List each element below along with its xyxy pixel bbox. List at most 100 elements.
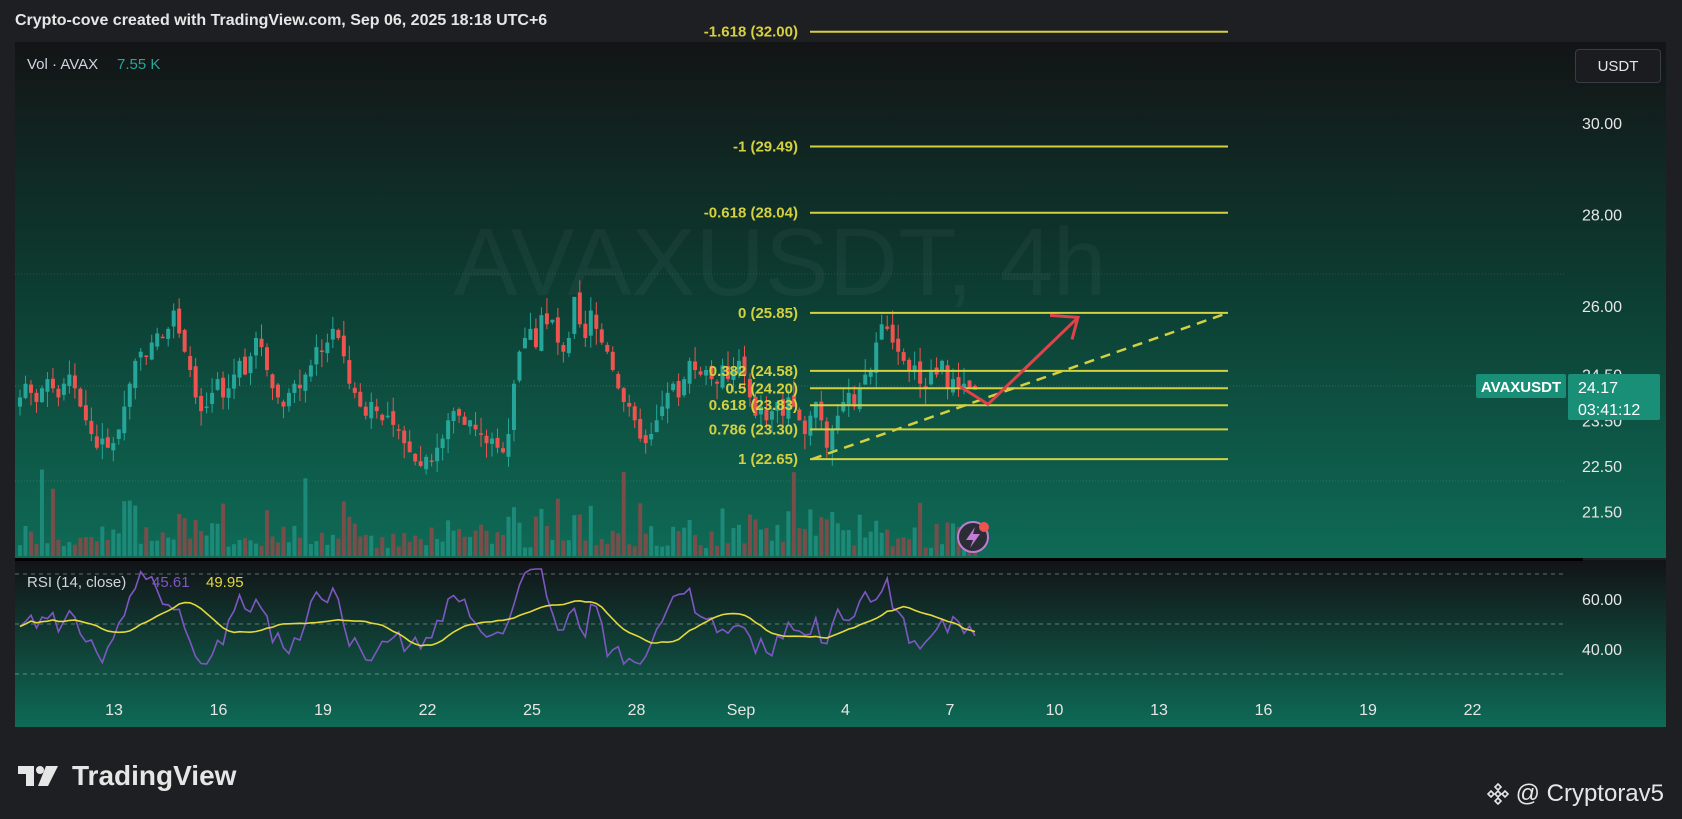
volume-bar — [407, 541, 412, 556]
volume-bar — [133, 505, 138, 556]
volume-bar — [418, 539, 423, 556]
candle-body — [808, 415, 813, 436]
candle-body — [155, 333, 160, 347]
lightning-alert-icon[interactable] — [957, 521, 989, 553]
volume-bar — [621, 471, 626, 556]
volume-bar — [550, 539, 555, 556]
volume-bar — [753, 519, 758, 556]
volume-bar — [846, 529, 851, 556]
candle-body — [330, 328, 335, 340]
volume-bar — [709, 531, 714, 556]
candle-body — [517, 351, 522, 381]
candle-body — [177, 308, 182, 334]
time-tick: 22 — [419, 702, 437, 719]
time-tick: 4 — [841, 702, 850, 719]
candle-body — [627, 402, 632, 407]
pane-divider — [15, 558, 1583, 561]
candle-body — [264, 347, 269, 370]
tradingview-logo-icon — [18, 766, 58, 786]
volume-bar — [89, 537, 94, 556]
volume-bar — [226, 546, 231, 556]
volume-bar — [758, 529, 763, 556]
candle-body — [18, 397, 22, 407]
candle-body — [693, 361, 698, 370]
volume-bar — [100, 526, 105, 556]
volume-bar — [182, 518, 187, 556]
tradingview-logo[interactable]: TradingView — [18, 760, 236, 792]
candle-body — [588, 310, 593, 336]
time-tick: Sep — [727, 702, 756, 719]
volume-bar — [868, 531, 873, 556]
candle-body — [171, 310, 176, 327]
fib-level-label: 1 (22.65) — [738, 451, 798, 468]
candle-body — [945, 365, 950, 389]
volume-bar — [764, 528, 769, 556]
volume-bar — [572, 515, 577, 556]
candle-body — [369, 402, 374, 419]
candle-body — [319, 350, 324, 353]
candle-body — [413, 453, 418, 462]
candle-body — [275, 384, 280, 398]
volume-bar — [742, 543, 747, 556]
volume-bar — [127, 500, 132, 556]
price-tick: 30.00 — [1582, 116, 1622, 133]
candle-body — [204, 406, 209, 409]
volume-bar — [907, 539, 912, 556]
candle-body — [418, 461, 423, 466]
candle-body — [138, 351, 143, 358]
candle-body — [407, 441, 412, 453]
volume-bar — [144, 527, 149, 556]
volume-bar — [934, 523, 939, 556]
volume-bar — [56, 539, 61, 556]
volume-bar — [50, 488, 55, 556]
candle-body — [929, 370, 934, 385]
time-tick: 13 — [1150, 702, 1168, 719]
volume-bar — [391, 533, 396, 556]
candle-body — [341, 335, 346, 357]
volume-bar — [254, 543, 259, 556]
volume-bar — [660, 546, 665, 556]
volume-bar — [731, 528, 736, 556]
candle-body — [221, 377, 226, 398]
candle-body — [83, 405, 88, 421]
volume-bar — [671, 526, 676, 556]
candle-body — [34, 392, 39, 402]
candle-body — [424, 456, 429, 470]
volume-bar — [874, 520, 879, 556]
volume-bar — [243, 538, 248, 556]
candle-body — [259, 338, 264, 348]
candle-body — [561, 345, 566, 352]
brand-name: TradingView — [72, 760, 237, 791]
time-tick: 22 — [1464, 702, 1482, 719]
volume-bar — [490, 543, 495, 556]
fib-level-label: -1 (29.49) — [733, 138, 798, 155]
candle-body — [243, 356, 248, 375]
volume-bar — [808, 509, 813, 556]
volume-bar — [616, 533, 621, 556]
volume-bar — [599, 538, 604, 556]
candle-body — [468, 420, 473, 427]
candle-body — [254, 338, 259, 356]
candle-body — [67, 374, 72, 387]
candle-body — [638, 419, 643, 439]
candle-body — [446, 420, 451, 440]
volume-bar — [275, 542, 280, 556]
candle-body — [879, 324, 884, 340]
volume-bar — [747, 514, 752, 556]
candle-body — [193, 366, 198, 398]
price-chart[interactable]: AVAXUSDT, 4h -1.618 (32.00) -1 (29.49) -0.… — [0, 0, 1682, 740]
volume-bar — [775, 524, 780, 556]
volume-bar — [78, 537, 83, 556]
fib-level-label: 0.382 (24.58) — [709, 363, 798, 380]
volume-bar — [517, 522, 522, 556]
candle-body — [363, 406, 368, 416]
volume-bar — [682, 527, 687, 556]
candle-body — [896, 338, 901, 352]
volume-bar — [462, 536, 467, 556]
candle-body — [237, 360, 242, 378]
volume-bar — [786, 511, 791, 556]
volume-bar — [638, 503, 643, 556]
candle-body — [572, 296, 577, 334]
volume-bar — [264, 510, 269, 556]
currency-button[interactable]: USDT — [1575, 49, 1661, 83]
